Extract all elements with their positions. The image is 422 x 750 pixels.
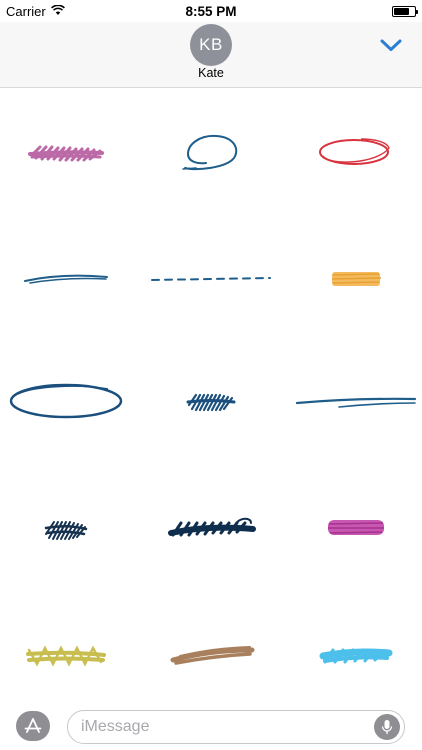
- navy-scribble-sticker[interactable]: [44, 518, 88, 542]
- blue-double-line-sticker[interactable]: [295, 394, 417, 410]
- magenta-scribble-sticker[interactable]: [325, 516, 387, 540]
- app-store-icon: [24, 718, 42, 733]
- blue-ellipse-sticker[interactable]: [182, 132, 240, 172]
- light-blue-highlight-sticker[interactable]: [319, 644, 393, 668]
- message-input-bar: [0, 700, 422, 750]
- collapse-button[interactable]: [374, 30, 408, 60]
- battery-icon: [392, 5, 418, 17]
- status-left: Carrier: [6, 4, 65, 19]
- microphone-icon: [381, 720, 393, 734]
- olive-scribble-sticker[interactable]: [26, 642, 106, 670]
- navy-long-scribble-sticker[interactable]: [167, 513, 257, 541]
- blue-dashed-line-sticker[interactable]: [150, 274, 274, 284]
- contact-name[interactable]: Kate: [0, 66, 422, 80]
- conversation-header: KB Kate: [0, 22, 422, 88]
- pink-scribble-sticker[interactable]: [28, 141, 104, 167]
- red-ellipse-sticker[interactable]: [317, 136, 393, 168]
- status-bar: Carrier 8:55 PM: [0, 0, 422, 22]
- chevron-down-icon: [380, 39, 402, 51]
- avatar[interactable]: KB: [190, 24, 232, 66]
- microphone-button[interactable]: [374, 714, 400, 740]
- blue-underline-sticker[interactable]: [22, 270, 110, 286]
- large-blue-ellipse-sticker[interactable]: [8, 380, 124, 420]
- brown-highlight-sticker[interactable]: [170, 644, 256, 666]
- app-store-button[interactable]: [16, 711, 50, 741]
- wifi-icon: [50, 4, 65, 19]
- message-field: [67, 710, 405, 744]
- blue-scribble-sticker[interactable]: [186, 390, 236, 414]
- carrier-label: Carrier: [6, 3, 46, 19]
- imessage-input[interactable]: [68, 711, 358, 743]
- sticker-grid: [0, 89, 422, 700]
- yellow-highlight-sticker[interactable]: [329, 269, 383, 289]
